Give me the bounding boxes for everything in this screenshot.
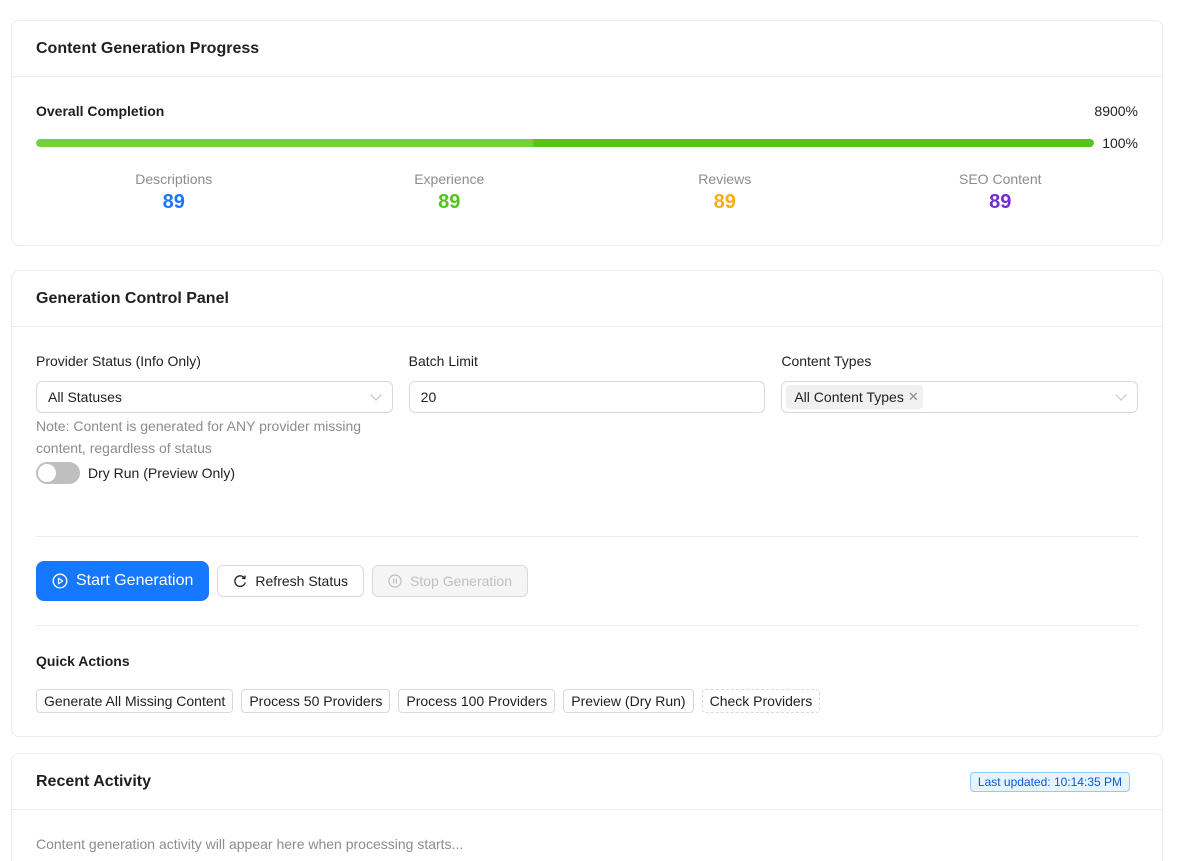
provider-status-note: Note: Content is generated for ANY provi… [36, 418, 362, 456]
batch-limit-field: Batch Limit 20 [408, 353, 766, 459]
provider-status-field: Provider Status (Info Only) All Statuses… [36, 353, 393, 459]
refresh-status-button[interactable]: Refresh Status [217, 565, 365, 597]
provider-status-select[interactable]: All Statuses [36, 381, 393, 413]
quick-actions-title: Quick Actions [36, 653, 130, 669]
divider [36, 625, 1138, 626]
content-type-tag-label: All Content Types [794, 389, 904, 405]
progress-title: Content Generation Progress [36, 39, 260, 57]
overall-completion-value: 8900% [1094, 103, 1138, 119]
stop-generation-label: Stop Generation [410, 573, 512, 589]
content-types-label: Content Types [781, 353, 872, 369]
batch-limit-label: Batch Limit [408, 353, 478, 369]
last-updated-badge: Last updated: 10:14:35 PM [969, 771, 1130, 792]
overall-completion-row: Overall Completion 8900% [36, 103, 1138, 119]
toggle-knob [38, 464, 56, 482]
progress-bar-percent: 100% [1102, 135, 1138, 151]
stat-label: Descriptions [135, 171, 213, 187]
progress-bar-fill [36, 139, 1094, 147]
start-generation-button[interactable]: Start Generation [36, 561, 210, 601]
reload-icon [233, 574, 247, 588]
chevron-down-icon [1115, 389, 1127, 401]
preview-dry-run-button[interactable]: Preview (Dry Run) [563, 689, 694, 713]
batch-limit-value: 20 [420, 389, 437, 405]
generate-all-missing-button[interactable]: Generate All Missing Content [36, 689, 234, 713]
chevron-down-icon [370, 389, 382, 401]
action-buttons: Start Generation Refresh Status Stop Gen… [36, 561, 528, 601]
quick-actions: Generate All Missing Content Process 50 … [36, 689, 821, 713]
batch-limit-input[interactable]: 20 [408, 381, 766, 413]
activity-empty-text: Content generation activity will appear … [36, 836, 464, 852]
dry-run-label: Dry Run (Preview Only) [88, 465, 236, 481]
content-types-field: Content Types All Content Types ✕ [781, 353, 1139, 459]
recent-activity-header: Recent Activity Last updated: 10:14:35 P… [12, 754, 1162, 810]
stat-reviews: Reviews 89 [587, 171, 863, 214]
check-providers-button[interactable]: Check Providers [701, 689, 821, 713]
stat-value: 89 [438, 191, 461, 213]
stat-label: Experience [414, 171, 485, 187]
content-type-tag: All Content Types ✕ [786, 385, 923, 409]
stop-generation-button[interactable]: Stop Generation [372, 565, 528, 597]
stat-value: 89 [162, 191, 185, 213]
stat-value: 89 [713, 191, 736, 213]
divider [36, 536, 1138, 537]
overall-completion-label: Overall Completion [36, 103, 165, 119]
stat-value: 89 [989, 191, 1012, 213]
stat-label: SEO Content [959, 171, 1042, 187]
progress-card-header: Content Generation Progress [12, 21, 1162, 77]
progress-card: Content Generation Progress Overall Comp… [11, 20, 1163, 246]
provider-status-label: Provider Status (Info Only) [36, 353, 201, 369]
control-panel-header: Generation Control Panel [12, 271, 1162, 327]
process-100-providers-button[interactable]: Process 100 Providers [398, 689, 556, 713]
process-50-providers-button[interactable]: Process 50 Providers [241, 689, 391, 713]
start-generation-label: Start Generation [76, 572, 194, 589]
content-stats: Descriptions 89 Experience 89 Reviews 89… [36, 171, 1138, 214]
control-panel-card: Generation Control Panel Provider Status… [11, 270, 1163, 737]
recent-activity-title: Recent Activity [36, 772, 151, 790]
provider-status-value: All Statuses [48, 389, 122, 405]
play-circle-icon [52, 573, 68, 589]
close-icon[interactable]: ✕ [908, 389, 919, 405]
dry-run-row: Dry Run (Preview Only) [36, 462, 235, 484]
progress-bar-row: 100% [36, 135, 1138, 151]
progress-bar [36, 139, 1094, 147]
stat-label: Reviews [698, 171, 752, 187]
control-form: Provider Status (Info Only) All Statuses… [36, 353, 1139, 459]
stat-experience: Experience 89 [312, 171, 588, 214]
control-panel-title: Generation Control Panel [36, 289, 229, 307]
recent-activity-card: Recent Activity Last updated: 10:14:35 P… [11, 753, 1163, 861]
pause-circle-icon [388, 574, 402, 588]
refresh-status-label: Refresh Status [255, 573, 349, 589]
dry-run-toggle[interactable] [36, 462, 80, 484]
content-types-select[interactable]: All Content Types ✕ [781, 381, 1139, 413]
stat-descriptions: Descriptions 89 [36, 171, 312, 214]
stat-seo-content: SEO Content 89 [863, 171, 1139, 214]
